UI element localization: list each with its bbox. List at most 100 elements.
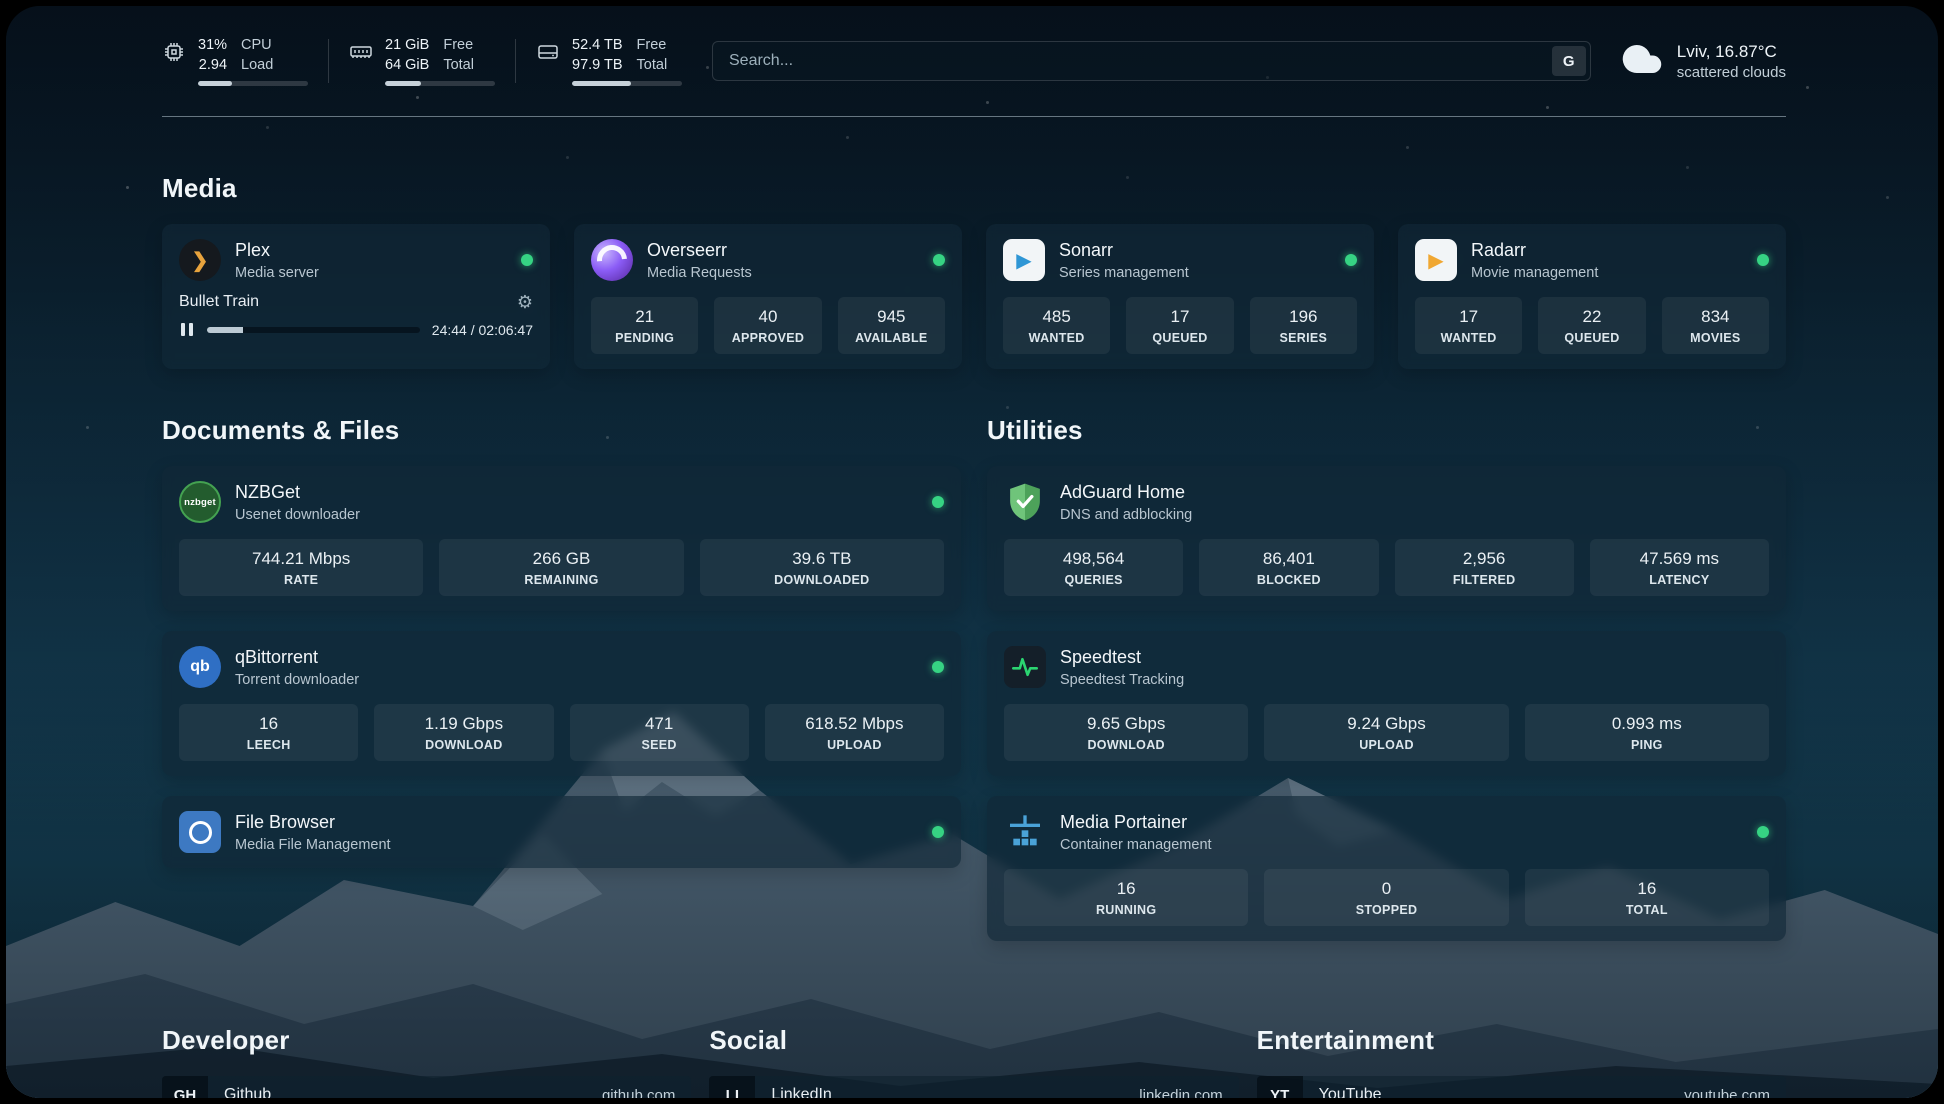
media-grid: ❯ Plex Media server Bullet Train ⚙ 24:44… bbox=[162, 224, 1786, 369]
stat-box: 9.24 Gbps UPLOAD bbox=[1264, 704, 1508, 761]
stat-box: 16 LEECH bbox=[179, 704, 358, 761]
stat-value: 16 bbox=[185, 714, 352, 734]
stat-value: 618.52 Mbps bbox=[771, 714, 938, 734]
weather-widget[interactable]: Lviv, 16.87°C scattered clouds bbox=[1621, 38, 1786, 85]
stat-label: MOVIES bbox=[1668, 331, 1763, 345]
status-dot bbox=[932, 496, 944, 508]
bookmark-url: youtube.com bbox=[1684, 1087, 1770, 1098]
app-card-speedtest[interactable]: Speedtest Speedtest Tracking 9.65 Gbps D… bbox=[987, 631, 1786, 776]
app-card-radarr[interactable]: ▶ Radarr Movie management 17 WANTED 22 Q… bbox=[1398, 224, 1786, 369]
stat-label: RATE bbox=[185, 573, 417, 587]
ram-free-label: Free bbox=[443, 36, 474, 54]
monitor-divider bbox=[328, 39, 329, 83]
app-name: AdGuard Home bbox=[1060, 482, 1192, 504]
stat-box: 196 SERIES bbox=[1250, 297, 1357, 354]
cpu-chip-icon bbox=[162, 40, 186, 69]
app-name: Overseerr bbox=[647, 240, 752, 262]
stat-label: DOWNLOAD bbox=[1010, 738, 1242, 752]
bookmark-name: YouTube bbox=[1319, 1086, 1382, 1098]
now-playing-title: Bullet Train bbox=[179, 293, 259, 311]
bookmark-url: linkedin.com bbox=[1139, 1087, 1222, 1098]
app-card-qbittorrent[interactable]: qb qBittorrent Torrent downloader 16 LEE… bbox=[162, 631, 961, 776]
app-card-overseerr[interactable]: Overseerr Media Requests 21 PENDING 40 A… bbox=[574, 224, 962, 369]
stat-label: SERIES bbox=[1256, 331, 1351, 345]
stat-label: QUEUED bbox=[1132, 331, 1227, 345]
section-title-documents: Documents & Files bbox=[162, 415, 961, 446]
stat-value: 744.21 Mbps bbox=[185, 549, 417, 569]
youtube-icon: YT bbox=[1257, 1076, 1303, 1098]
dashboard-screen: 31% CPU 2.94 Load bbox=[6, 6, 1938, 1098]
app-subtitle: Usenet downloader bbox=[235, 507, 360, 523]
app-name: File Browser bbox=[235, 812, 391, 834]
status-dot bbox=[1345, 254, 1357, 266]
stat-label: DOWNLOAD bbox=[380, 738, 547, 752]
status-dot bbox=[932, 661, 944, 673]
cpu-load-value: 2.94 bbox=[198, 56, 227, 74]
system-monitors: 31% CPU 2.94 Load bbox=[162, 36, 682, 86]
stat-box: 1.19 Gbps DOWNLOAD bbox=[374, 704, 553, 761]
stat-value: 196 bbox=[1256, 307, 1351, 327]
disk-monitor: 52.4 TB Free 97.9 TB Total bbox=[536, 36, 682, 86]
cpu-readout: 31% CPU 2.94 Load bbox=[198, 36, 273, 74]
settings-gear-icon[interactable]: ⚙ bbox=[517, 293, 533, 311]
bookmark-github[interactable]: GH Github github.com bbox=[162, 1076, 691, 1098]
stat-value: 485 bbox=[1009, 307, 1104, 327]
stat-box: 744.21 Mbps RATE bbox=[179, 539, 423, 596]
app-card-filebrowser[interactable]: File Browser Media File Management bbox=[162, 796, 961, 868]
stat-value: 40 bbox=[720, 307, 815, 327]
stat-box: 266 GB REMAINING bbox=[439, 539, 683, 596]
stat-value: 9.65 Gbps bbox=[1010, 714, 1242, 734]
app-subtitle: Movie management bbox=[1471, 265, 1598, 281]
bookmark-linkedin[interactable]: LI LinkedIn linkedin.com bbox=[709, 1076, 1238, 1098]
speedtest-icon bbox=[1004, 646, 1046, 688]
search-input[interactable] bbox=[712, 41, 1591, 81]
stat-box: 47.569 ms LATENCY bbox=[1590, 539, 1769, 596]
app-card-adguard[interactable]: AdGuard Home DNS and adblocking 498,564 … bbox=[987, 466, 1786, 611]
disk-progress-bar bbox=[572, 81, 682, 86]
adguard-shield-icon bbox=[1004, 481, 1046, 523]
app-card-nzbget[interactable]: nzbget NZBGet Usenet downloader 744.21 M… bbox=[162, 466, 961, 611]
stat-box: 498,564 QUERIES bbox=[1004, 539, 1183, 596]
bookmark-name: LinkedIn bbox=[771, 1086, 832, 1098]
overseerr-icon bbox=[591, 239, 633, 281]
section-title-entertainment: Entertainment bbox=[1257, 1025, 1786, 1056]
stat-box: 86,401 BLOCKED bbox=[1199, 539, 1378, 596]
bookmark-youtube[interactable]: YT YouTube youtube.com bbox=[1257, 1076, 1786, 1098]
app-subtitle: Torrent downloader bbox=[235, 672, 359, 688]
weather-location: Lviv, 16.87°C bbox=[1677, 42, 1786, 62]
stat-value: 471 bbox=[576, 714, 743, 734]
stat-label: REMAINING bbox=[445, 573, 677, 587]
playback-progress-bar[interactable] bbox=[207, 327, 420, 333]
stat-label: QUERIES bbox=[1010, 573, 1177, 587]
stat-label: APPROVED bbox=[720, 331, 815, 345]
stat-value: 2,956 bbox=[1401, 549, 1568, 569]
ram-free-value: 21 GiB bbox=[385, 36, 429, 54]
ram-progress-bar bbox=[385, 81, 495, 86]
stat-label: LEECH bbox=[185, 738, 352, 752]
stat-value: 16 bbox=[1531, 879, 1763, 899]
stat-label: TOTAL bbox=[1531, 903, 1763, 917]
app-name: Radarr bbox=[1471, 240, 1598, 262]
ram-monitor: 21 GiB Free 64 GiB Total bbox=[349, 36, 495, 86]
utilities-column: Utilities AdGuard Home DNS and bbox=[987, 415, 1786, 961]
stat-box: 16 TOTAL bbox=[1525, 869, 1769, 926]
pause-button[interactable] bbox=[179, 321, 195, 338]
app-card-portainer[interactable]: Media Portainer Container management 16 … bbox=[987, 796, 1786, 941]
stat-box: 0.993 ms PING bbox=[1525, 704, 1769, 761]
bookmarks-social: Social LI LinkedIn linkedin.com TW Twitt… bbox=[709, 1025, 1238, 1098]
stat-value: 22 bbox=[1544, 307, 1639, 327]
stat-box: 471 SEED bbox=[570, 704, 749, 761]
nzbget-icon: nzbget bbox=[179, 481, 221, 523]
qbittorrent-icon: qb bbox=[179, 646, 221, 688]
weather-condition: scattered clouds bbox=[1677, 64, 1786, 81]
app-card-plex[interactable]: ❯ Plex Media server Bullet Train ⚙ 24:44… bbox=[162, 224, 550, 369]
cpu-progress-bar bbox=[198, 81, 308, 86]
disk-free-value: 52.4 TB bbox=[572, 36, 623, 54]
stat-label: DOWNLOADED bbox=[706, 573, 938, 587]
topbar-divider bbox=[162, 116, 1786, 117]
stat-box: 9.65 Gbps DOWNLOAD bbox=[1004, 704, 1248, 761]
stat-box: 2,956 FILTERED bbox=[1395, 539, 1574, 596]
stat-label: WANTED bbox=[1421, 331, 1516, 345]
search-engine-button[interactable]: G bbox=[1552, 46, 1586, 76]
app-card-sonarr[interactable]: ▶ Sonarr Series management 485 WANTED 17… bbox=[986, 224, 1374, 369]
